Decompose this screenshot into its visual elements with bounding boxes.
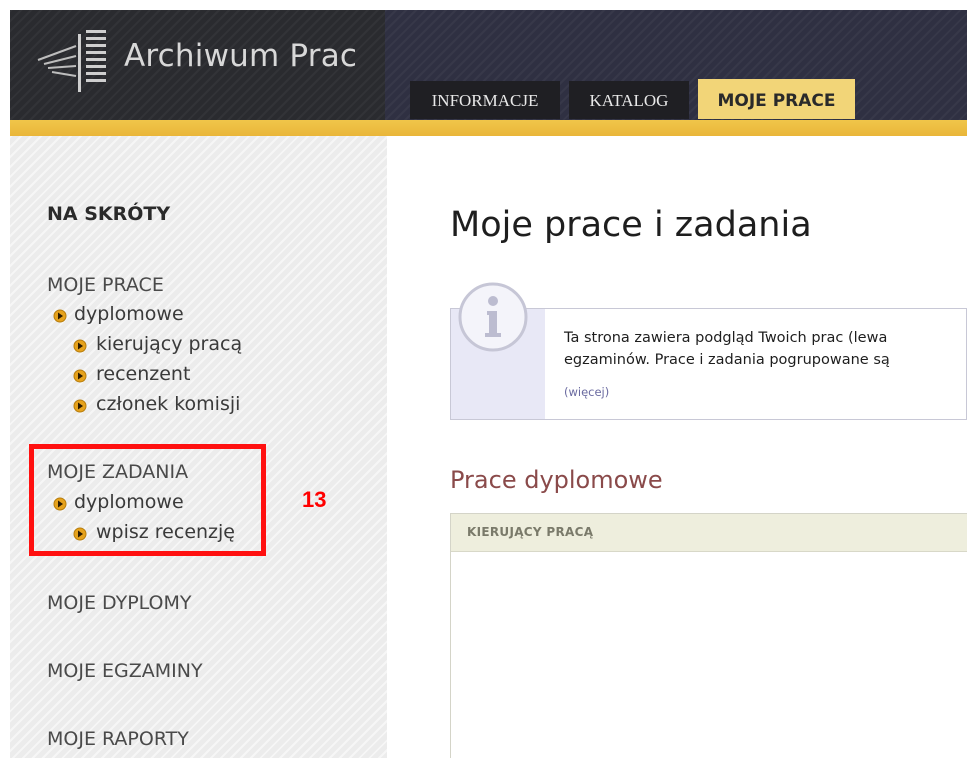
sidebar-heading: NA SKRÓTY	[47, 203, 171, 225]
arrow-bullet-icon	[73, 399, 87, 413]
sidebar-section-moje-raporty[interactable]: MOJE RAPORTY	[47, 728, 189, 750]
tab-katalog[interactable]: KATALOG	[569, 81, 689, 119]
annotation-number: 13	[302, 487, 327, 512]
sidebar-section-moje-prace[interactable]: MOJE PRACE	[47, 274, 164, 296]
sidebar-item-czlonek-komisji[interactable]: członek komisji	[96, 393, 240, 415]
sidebar-item-dyplomowe[interactable]: dyplomowe	[74, 303, 184, 325]
arrow-bullet-icon	[53, 309, 67, 323]
arrow-bullet-icon	[73, 369, 87, 383]
app-window: Archiwum Prac INFORMACJE KATALOG MOJE PR…	[0, 0, 967, 758]
sidebar-item-recenzent[interactable]: recenzent	[96, 363, 190, 385]
info-text-line-1: Ta strona zawiera podgląd Twoich prac (l…	[564, 330, 888, 346]
arrow-bullet-icon	[73, 339, 87, 353]
info-icon	[458, 282, 528, 352]
section-title-prace-dyplomowe: Prace dyplomowe	[450, 466, 663, 494]
tab-informacje[interactable]: INFORMACJE	[410, 81, 560, 119]
sidebar-section-moje-dyplomy[interactable]: MOJE DYPLOMY	[47, 592, 192, 614]
sidebar-item-kierujacy-praca[interactable]: kierujący pracą	[96, 333, 242, 355]
main-tabs: INFORMACJE KATALOG MOJE PRACE	[10, 10, 967, 122]
info-more-link[interactable]: (więcej)	[564, 385, 609, 399]
header-accent-bar	[10, 120, 967, 136]
info-text-line-2: egzaminów. Prace i zadania pogrupowane s…	[564, 352, 890, 368]
page-title: Moje prace i zadania	[450, 205, 812, 245]
sidebar-section-moje-egzaminy[interactable]: MOJE EGZAMINY	[47, 660, 203, 682]
annotation-highlight-box	[29, 444, 266, 556]
table-header-kierujacy-praca[interactable]: KIERUJĄCY PRACĄ	[467, 525, 593, 539]
tab-moje-prace[interactable]: MOJE PRACE	[698, 79, 855, 119]
top-header: Archiwum Prac INFORMACJE KATALOG MOJE PR…	[10, 10, 967, 122]
